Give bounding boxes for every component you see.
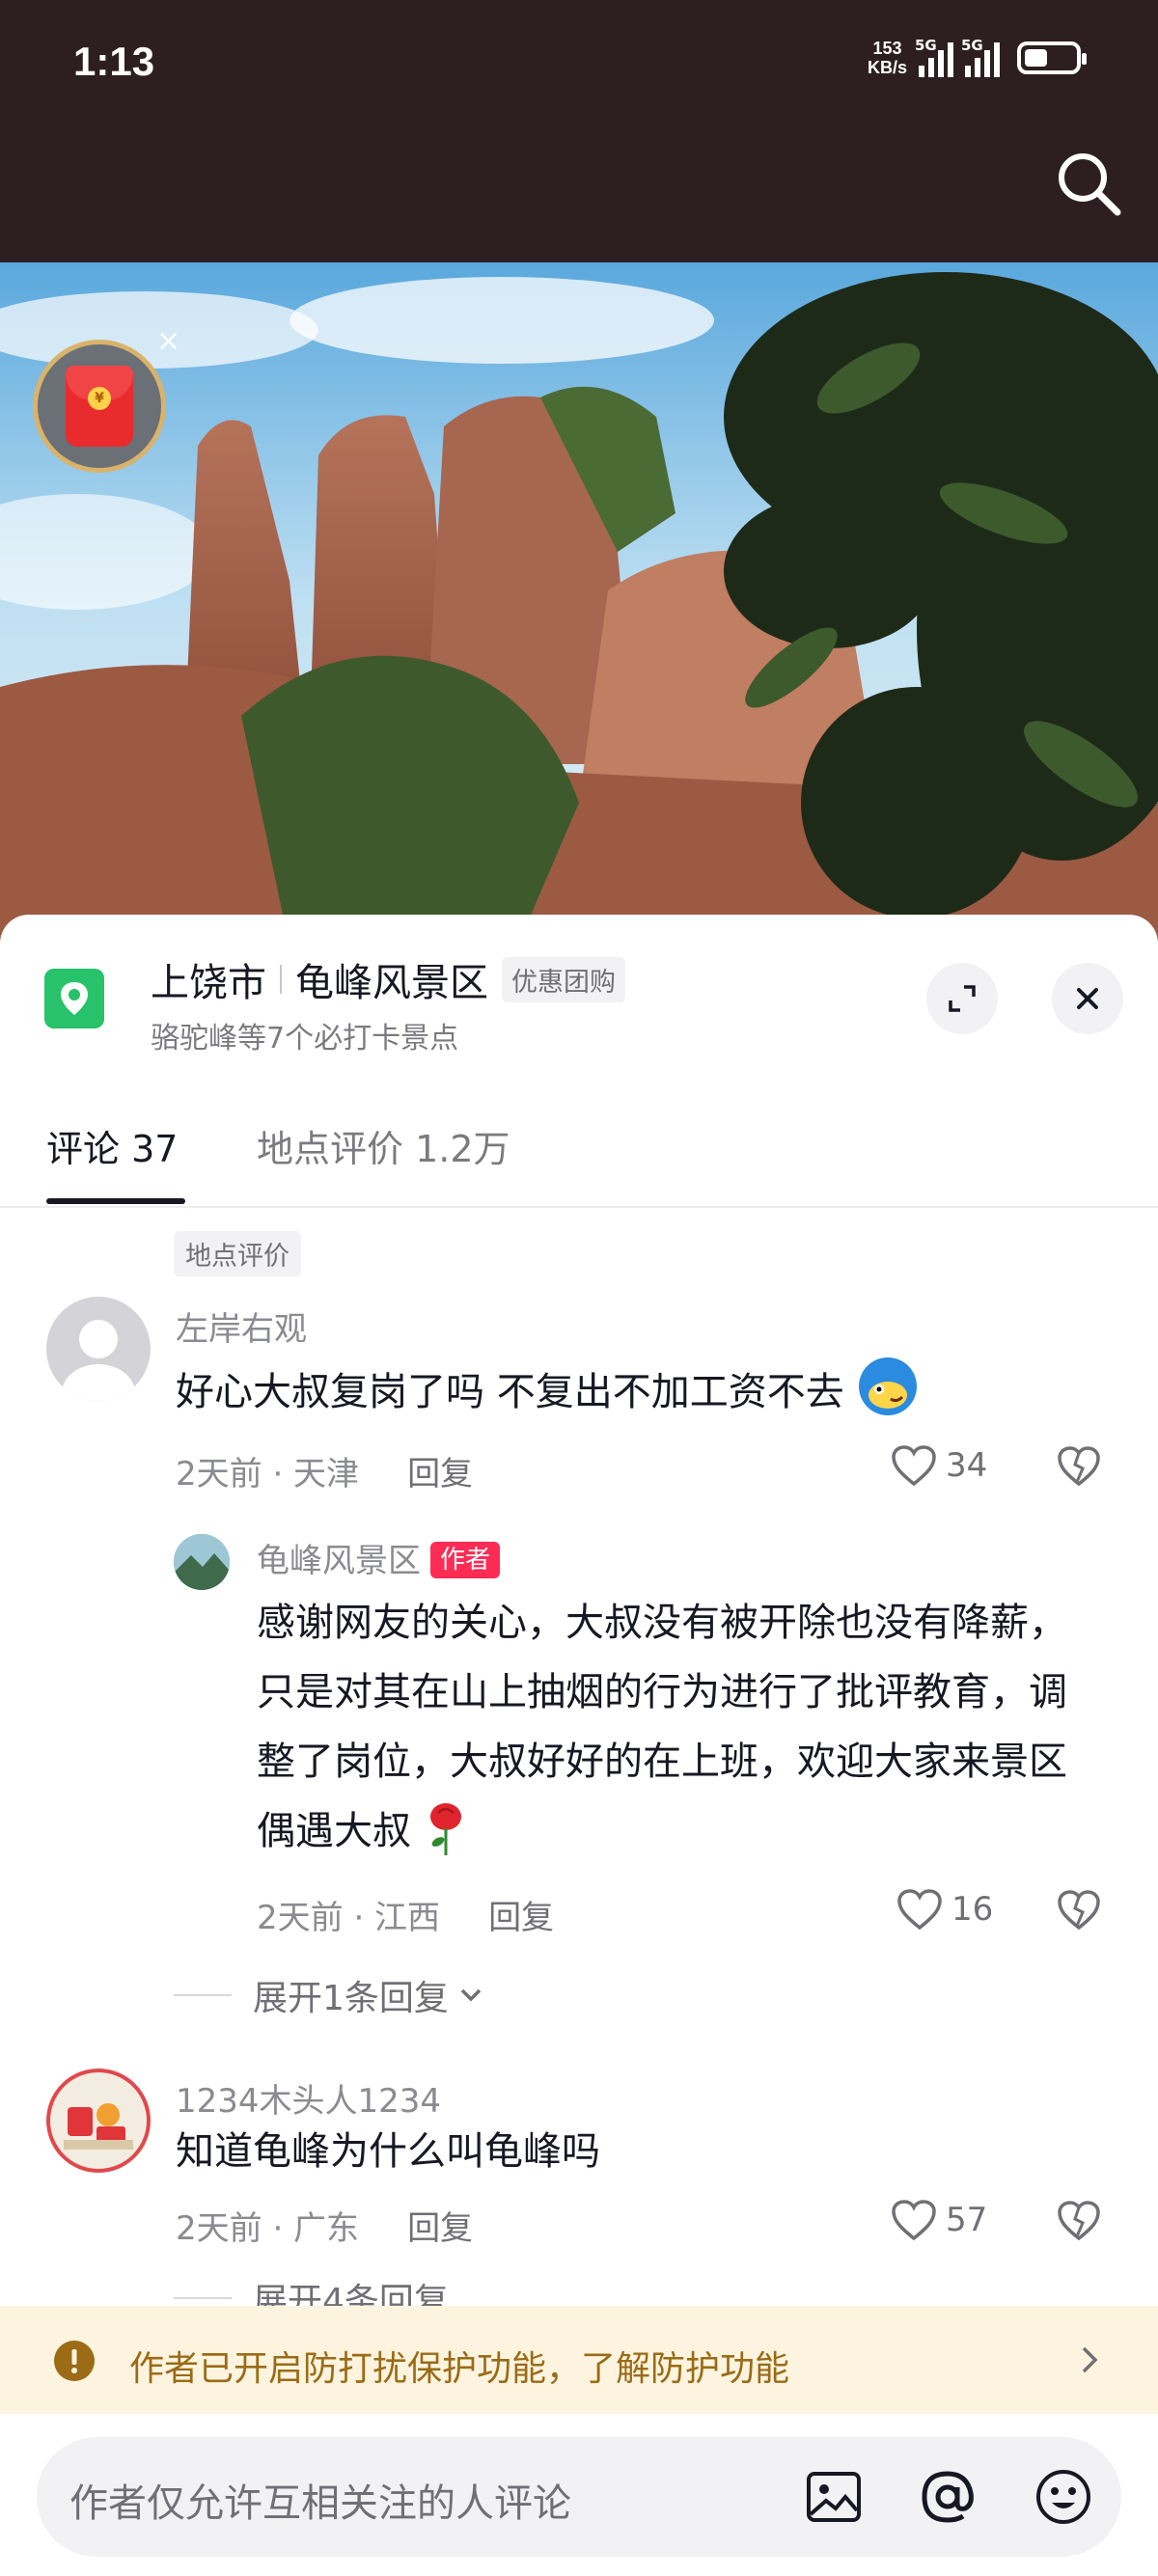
- review-pill: 地点评价: [174, 1231, 301, 1276]
- search-icon[interactable]: [1052, 147, 1125, 220]
- dislike-icon[interactable]: [1056, 1887, 1102, 1933]
- info-icon: [54, 2341, 95, 2381]
- notice-text: 作者已开启防打扰保护功能，了解防护功能: [129, 2349, 790, 2389]
- reply-text-content: 感谢网友的关心，大叔没有被开除也没有降薪，只是对其在山上抽烟的行为进行了批评教育…: [257, 1601, 1067, 1853]
- comment-username[interactable]: 左岸右观: [176, 1302, 307, 1350]
- landscape-avatar-icon: [174, 1534, 230, 1590]
- reply-username[interactable]: 龟峰风景区: [257, 1542, 421, 1580]
- heart-icon: [897, 1889, 942, 1931]
- chevron-right-icon: [1082, 2346, 1098, 2373]
- title-divider: [280, 965, 282, 994]
- comment-time-location: 2天前 · 广东: [176, 2209, 360, 2248]
- top-bar: 1:13 153 KB/s 5G 5G: [0, 0, 1158, 262]
- battery-fill: [1025, 49, 1047, 67]
- red-packet-button[interactable]: ¥: [33, 340, 166, 473]
- avatar[interactable]: [46, 2069, 151, 2173]
- expand-divider: [174, 1994, 232, 1996]
- reply-time-location: 2天前 · 江西: [257, 1899, 441, 1937]
- place-city: 上饶市: [151, 961, 266, 1005]
- comment-input-placeholder: 作者仅允许互相关注的人评论: [69, 2481, 571, 2526]
- scenic-photo: [0, 262, 1158, 947]
- expand-button[interactable]: [926, 963, 998, 1034]
- protection-notice[interactable]: 作者已开启防打扰保护功能，了解防护功能: [0, 2306, 1158, 2414]
- default-avatar-icon: [62, 1320, 135, 1401]
- comment-text: 知道龟峰为什么叫龟峰吗: [176, 2129, 600, 2174]
- reply-like-count: 16: [951, 1890, 994, 1929]
- heart-icon: [892, 1445, 936, 1487]
- comment-meta: 2天前 · 天津 回复: [176, 1447, 473, 1494]
- chevron-down-icon: [460, 1988, 482, 2002]
- dislike-icon[interactable]: [1056, 1443, 1102, 1490]
- like-button[interactable]: 57: [890, 2198, 987, 2242]
- active-tab-indicator: [46, 1198, 185, 1204]
- expand-icon: [949, 985, 976, 1012]
- comment-text-content: 好心大叔复岗了吗 不复出不加工资不去: [176, 1370, 844, 1414]
- close-button[interactable]: [1052, 963, 1123, 1034]
- gift-avatar-icon: [64, 2103, 133, 2150]
- rose-emoji-icon: [429, 1803, 461, 1855]
- signal-icon-2: 5G: [961, 37, 1000, 77]
- reply-like-button[interactable]: 16: [896, 1887, 993, 1932]
- net-speed-value: 153: [872, 39, 902, 58]
- tab-place-reviews[interactable]: 地点评价 1.2万: [257, 1119, 510, 1172]
- emoji-icon[interactable]: [1033, 2466, 1094, 2528]
- status-icons: 153 KB/s 5G 5G: [868, 37, 1087, 77]
- comment-username[interactable]: 1234木头人1234: [176, 2074, 441, 2122]
- heart-icon: [892, 2200, 936, 2241]
- place-subtitle: 骆驼峰等7个必打卡景点: [151, 1022, 459, 1055]
- tab-bar: 评论 37 地点评价 1.2万: [0, 1110, 1158, 1208]
- status-time: 1:13: [73, 39, 155, 84]
- expand-replies-label: 展开1条回复: [253, 1979, 449, 2018]
- reply-button[interactable]: 回复: [407, 1455, 473, 1494]
- place-name: 龟峰风景区: [295, 961, 488, 1005]
- close-x-icon: [1077, 988, 1098, 1009]
- net-speed: 153 KB/s: [868, 39, 907, 77]
- reply-reply-button[interactable]: 回复: [488, 1899, 554, 1937]
- avatar[interactable]: [46, 1297, 151, 1401]
- author-badge: 作者: [430, 1542, 501, 1578]
- expand-replies-button[interactable]: 展开1条回复: [174, 1970, 487, 2020]
- like-count: 57: [946, 2201, 988, 2239]
- red-envelope-icon: ¥: [66, 366, 133, 447]
- net-speed-unit: KB/s: [867, 58, 907, 77]
- comment-text: 好心大叔复岗了吗 不复出不加工资不去: [176, 1355, 1025, 1427]
- image-icon[interactable]: [803, 2466, 865, 2528]
- comment-time-location: 2天前 · 天津: [176, 1455, 360, 1494]
- mention-icon[interactable]: [917, 2466, 979, 2528]
- reply-meta: 2天前 · 江西 回复: [257, 1891, 554, 1938]
- reply-username-row: 龟峰风景区 作者: [257, 1534, 501, 1581]
- signal-1-label: 5G: [915, 37, 937, 54]
- like-count: 34: [946, 1446, 988, 1485]
- like-button[interactable]: 34: [890, 1443, 987, 1488]
- close-icon[interactable]: ×: [156, 324, 180, 358]
- battery-icon: [1017, 41, 1087, 74]
- place-tag[interactable]: 优惠团购: [502, 956, 625, 1002]
- expand-divider: [174, 2297, 232, 2299]
- emoji-sticker-icon: [859, 1357, 918, 1415]
- reply-avatar[interactable]: [174, 1534, 230, 1590]
- signal-icon: 5G: [915, 37, 953, 77]
- location-icon: [44, 969, 104, 1028]
- tab-comments[interactable]: 评论 37: [46, 1119, 178, 1172]
- place-title[interactable]: 上饶市 龟峰风景区 优惠团购: [151, 951, 625, 1007]
- dislike-icon[interactable]: [1056, 2198, 1102, 2244]
- comment-meta: 2天前 · 广东 回复: [176, 2202, 473, 2249]
- reply-button[interactable]: 回复: [407, 2209, 473, 2248]
- reply-text: 感谢网友的关心，大叔没有被开除也没有降薪，只是对其在山上抽烟的行为进行了批评教育…: [257, 1588, 1096, 1866]
- signal-2-label: 5G: [961, 37, 983, 54]
